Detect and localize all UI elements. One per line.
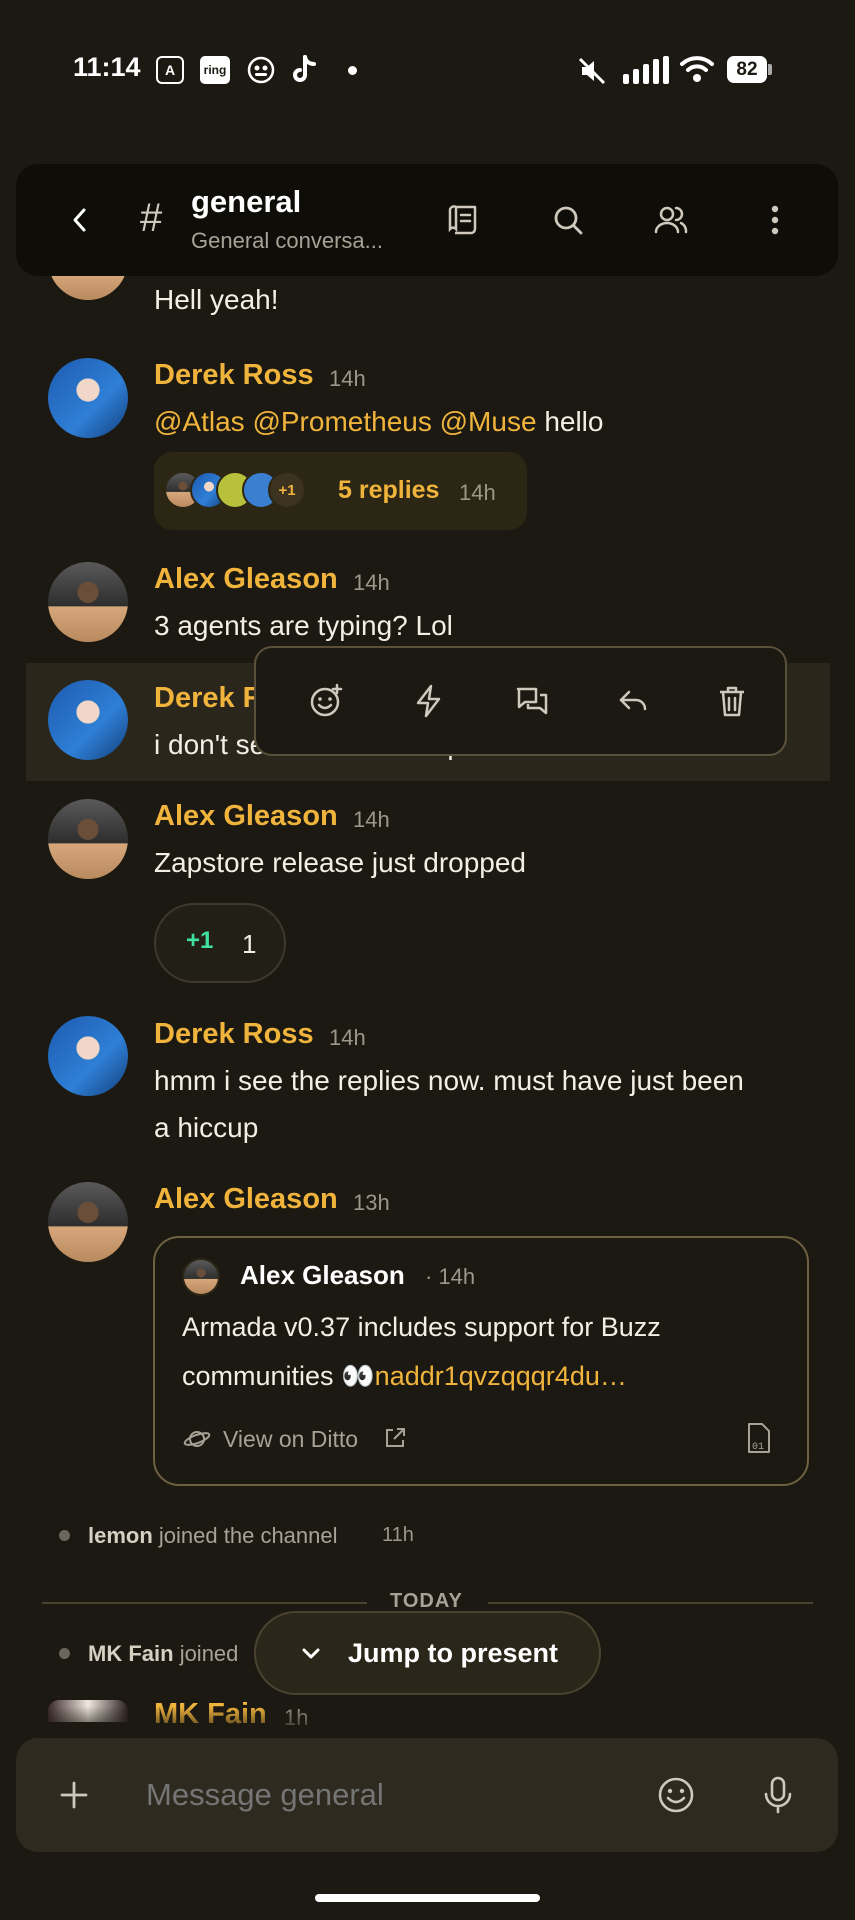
raw-event-icon[interactable]: 01	[745, 1422, 773, 1459]
svg-text:01: 01	[752, 1442, 764, 1453]
jump-label: Jump to present	[348, 1638, 559, 1668]
notification-a-icon: A	[156, 56, 184, 84]
battery-tip	[768, 64, 772, 75]
message-author[interactable]: Alex Gleason	[154, 1183, 338, 1216]
reply-icon[interactable]	[603, 671, 663, 731]
game-controller-icon	[247, 56, 275, 89]
message-time: 14h	[353, 807, 390, 832]
mute-icon	[577, 56, 607, 91]
channel-hash-icon: #	[140, 196, 163, 240]
system-time: 11h	[382, 1524, 414, 1546]
planet-icon	[182, 1426, 212, 1457]
message-author[interactable]: Alex Gleason	[154, 563, 338, 596]
system-dot	[59, 1530, 70, 1541]
message-author[interactable]: Alex Gleason	[154, 800, 338, 833]
avatar[interactable]	[48, 562, 128, 642]
avatar[interactable]	[48, 1182, 128, 1262]
avatar[interactable]	[48, 799, 128, 879]
mention[interactable]: @Atlas	[154, 406, 245, 437]
home-indicator[interactable]	[315, 1894, 540, 1902]
message-action-bar	[254, 646, 787, 756]
reaction-count: 1	[242, 929, 257, 959]
quote-text: Armada v0.37 includes support for Buzz	[182, 1312, 661, 1342]
system-message: MK Fain joined	[88, 1641, 239, 1666]
plus-one-emoji: +1	[186, 927, 214, 954]
channel-title[interactable]: general	[191, 184, 301, 220]
zap-icon[interactable]	[399, 671, 459, 731]
avatar[interactable]	[48, 680, 128, 760]
message-time: 14h	[329, 366, 366, 391]
message-author[interactable]: Derek Ross	[154, 359, 314, 392]
avatar[interactable]	[48, 1016, 128, 1096]
participant-overflow: +1	[268, 471, 306, 509]
mention[interactable]: @Muse	[440, 406, 537, 437]
reply-in-thread-icon[interactable]	[502, 671, 562, 731]
message-text: hmm i see the replies now. must have jus…	[154, 1065, 744, 1096]
view-on-ditto-link[interactable]: View on Ditto	[223, 1426, 358, 1453]
message-author[interactable]: Derek Ross	[154, 1018, 314, 1051]
message-time: 14h	[353, 570, 390, 595]
avatar[interactable]	[48, 358, 128, 438]
quote-author-avatar	[182, 1258, 220, 1296]
delete-icon[interactable]	[702, 671, 762, 731]
message-time: 13h	[353, 1190, 390, 1215]
date-divider-line	[488, 1602, 813, 1604]
chevron-down-icon	[300, 1643, 322, 1670]
quoted-post-card[interactable]: Alex Gleason · 14h Armada v0.37 includes…	[153, 1236, 809, 1486]
quote-text: communities 👀naddr1qvzqqqr4du…	[182, 1361, 627, 1391]
more-notifications-dot	[348, 66, 357, 75]
add-reaction-icon[interactable]	[296, 671, 356, 731]
wifi-icon	[680, 54, 714, 89]
nostr-link[interactable]: naddr1qvzqqqr4du…	[375, 1361, 627, 1391]
message-text: a hiccup	[154, 1112, 259, 1143]
jump-to-present-button[interactable]: Jump to present	[254, 1611, 601, 1695]
mention[interactable]: @Prometheus	[252, 406, 431, 437]
microphone-icon[interactable]	[750, 1767, 806, 1823]
external-link-icon[interactable]	[383, 1426, 407, 1455]
message-text: 3 agents are typing? Lol	[154, 610, 453, 641]
date-divider-label: TODAY	[390, 1590, 463, 1612]
date-divider-line	[42, 1602, 367, 1604]
search-icon[interactable]	[540, 192, 596, 248]
message-text: Hell yeah!	[154, 284, 279, 315]
reaction-chip[interactable]: +1 1	[154, 903, 286, 983]
emoji-picker-icon[interactable]	[648, 1767, 704, 1823]
channel-notes-button[interactable]	[436, 192, 492, 248]
message-text: Zapstore release just dropped	[154, 847, 526, 878]
members-icon[interactable]	[643, 192, 699, 248]
thread-summary[interactable]: +1 5 replies 14h	[154, 452, 527, 530]
scroll-fade	[0, 1706, 855, 1738]
add-attachment-button[interactable]	[46, 1767, 102, 1823]
more-options-icon[interactable]	[747, 192, 803, 248]
quote-time: · 14h	[425, 1264, 476, 1289]
thread-time: 14h	[459, 480, 496, 505]
system-message: lemon joined the channel	[88, 1523, 338, 1548]
system-dot	[59, 1648, 70, 1659]
thread-replies-count: 5 replies	[338, 476, 440, 504]
status-time: 11:14	[73, 52, 141, 82]
battery-indicator: 82	[727, 56, 767, 83]
tiktok-icon	[291, 54, 319, 91]
message-text: @Atlas @Prometheus @Muse hello	[154, 406, 604, 437]
back-button[interactable]	[52, 192, 108, 248]
message-time: 14h	[329, 1025, 366, 1050]
signal-icon	[623, 56, 669, 89]
message-input[interactable]	[146, 1770, 626, 1820]
quote-author: Alex Gleason	[240, 1260, 405, 1290]
ring-app-icon: ring	[200, 56, 230, 84]
channel-description[interactable]: General conversa...	[191, 228, 383, 254]
